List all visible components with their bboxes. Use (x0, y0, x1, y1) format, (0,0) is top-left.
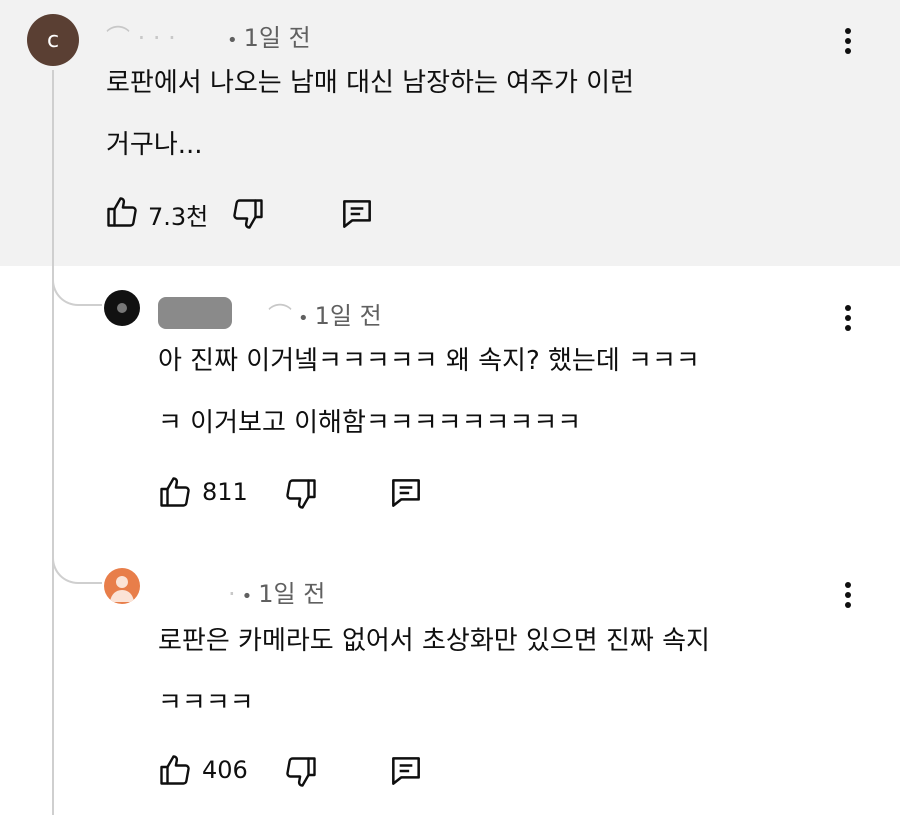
avatar[interactable]: c (27, 14, 79, 66)
comment-time: 1일 전 (243, 24, 311, 52)
like-count: 811 (202, 478, 248, 506)
comment-text-line: 거구나... (106, 130, 203, 160)
like-count: 406 (202, 756, 248, 784)
thread-connector (52, 270, 102, 306)
comment-time: 1일 전 (258, 580, 326, 608)
comment-meta: ⌒ · · · • 1일 전 (106, 18, 311, 53)
comment-text: 로판에서 나오는 남매 대신 남장하는 여주가 이런 거구나... (106, 52, 634, 176)
author-name-redacted (158, 297, 232, 329)
comment-meta: ⌒ • 1일 전 (268, 302, 382, 330)
reply-comment-icon[interactable] (338, 195, 376, 233)
more-vertical-icon[interactable] (843, 582, 853, 618)
author-name-redacted: ⌒ · · · (106, 24, 176, 52)
thumbs-up-icon[interactable] (104, 194, 140, 230)
avatar-center-dot (117, 303, 127, 313)
comment-text-line: ㅋ 이거보고 이해함ㅋㅋㅋㅋㅋㅋㅋㅋㅋ (158, 408, 582, 438)
avatar-letter: c (46, 27, 60, 53)
like-count: 7.3천 (148, 203, 209, 231)
thread-line (52, 70, 54, 815)
comment-text-line: 로판에서 나오는 남매 대신 남장하는 여주가 이런 (106, 68, 634, 98)
thumbs-up-icon[interactable] (157, 752, 193, 788)
comment-text-line: ㅋㅋㅋㅋ (158, 688, 254, 718)
thumbs-down-icon[interactable] (283, 754, 319, 790)
person-avatar-icon[interactable] (104, 568, 140, 604)
thumbs-down-icon[interactable] (230, 196, 266, 232)
comment-text-line: 아 진짜 이거넼ㅋㅋㅋㅋㅋ 왜 속지? 했는데 ㅋㅋㅋ (158, 346, 700, 376)
more-vertical-icon[interactable] (843, 305, 853, 341)
thread-connector (52, 548, 102, 584)
comment-text-line: 로판은 카메라도 없어서 초상화만 있으면 진짜 속지 (158, 626, 710, 656)
avatar[interactable] (104, 290, 140, 326)
comment-text: 아 진짜 이거넼ㅋㅋㅋㅋㅋ 왜 속지? 했는데 ㅋㅋㅋ ㅋ 이거보고 이해함ㅋㅋ… (158, 330, 700, 454)
comment-meta: · • 1일 전 (228, 580, 326, 608)
thumbs-down-icon[interactable] (283, 476, 319, 512)
reply-comment-icon[interactable] (387, 474, 425, 512)
more-vertical-icon[interactable] (843, 28, 853, 64)
comment-text: 로판은 카메라도 없어서 초상화만 있으면 진짜 속지 ㅋㅋㅋㅋ (158, 610, 710, 734)
reply-comment-icon[interactable] (387, 752, 425, 790)
thumbs-up-icon[interactable] (157, 474, 193, 510)
comment-time: 1일 전 (314, 302, 382, 330)
